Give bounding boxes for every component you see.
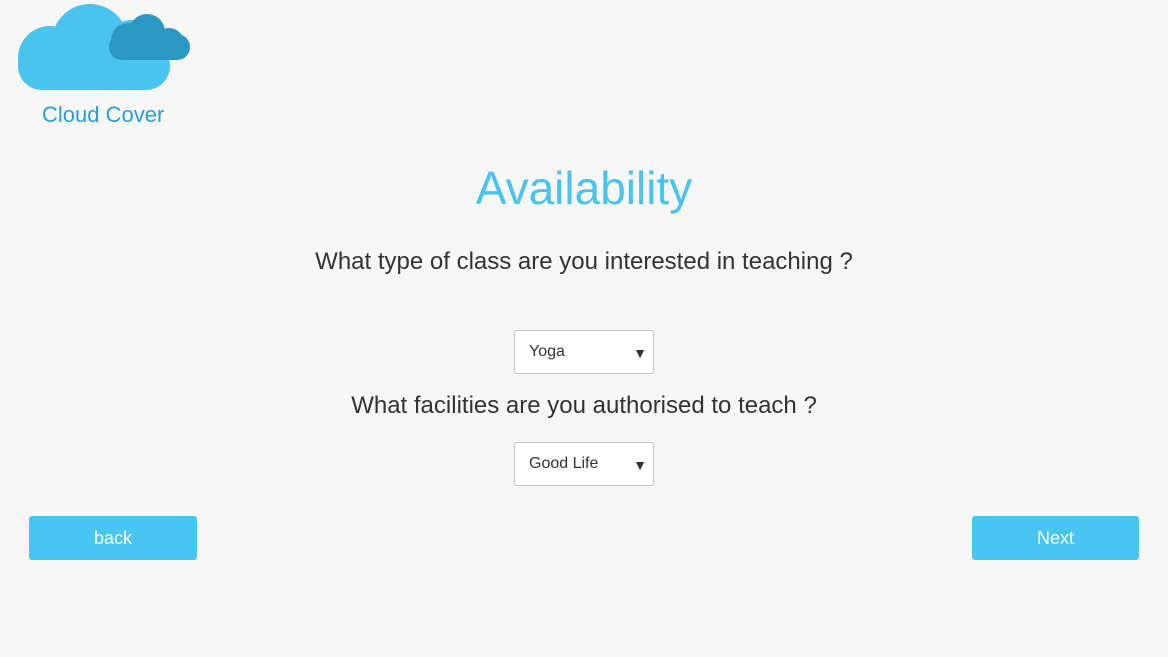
class-type-select[interactable]: Yoga ▼ (514, 330, 654, 374)
logo: Cloud Cover (14, 0, 194, 135)
page-title: Availability (475, 162, 693, 214)
dropdown-arrow-icon: ▼ (633, 345, 647, 361)
class-type-question: What type of class are you interested in… (315, 248, 853, 275)
next-button[interactable]: Next (972, 516, 1139, 560)
brand-name: Cloud Cover (42, 102, 165, 127)
dropdown-arrow-icon: ▼ (633, 457, 647, 473)
back-button[interactable]: back (29, 516, 197, 560)
facilities-select[interactable]: Good Life ▼ (514, 442, 654, 486)
cloud-icon (18, 4, 190, 90)
facilities-question: What facilities are you authorised to te… (351, 392, 817, 419)
class-type-selected-value: Yoga (529, 343, 565, 360)
facilities-selected-value: Good Life (529, 455, 599, 472)
